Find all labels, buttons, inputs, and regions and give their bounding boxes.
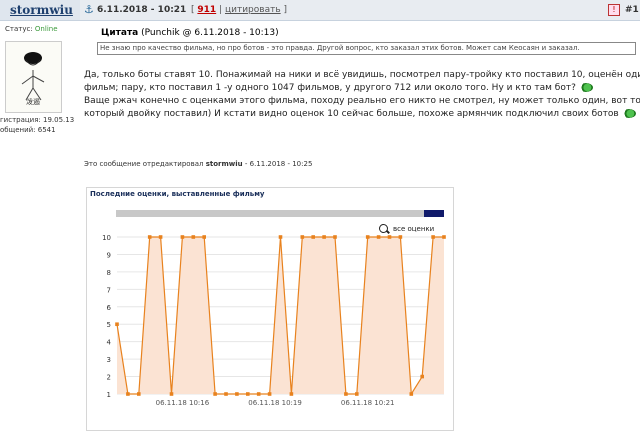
- edit-suffix: - 6.11.2018 - 10:25: [244, 160, 313, 168]
- rating-point: [333, 235, 337, 239]
- rating-point: [158, 235, 163, 239]
- rating-point: [169, 392, 174, 396]
- x-tick-label: 06.11.18 10:21: [341, 399, 395, 407]
- rating-point: [115, 322, 119, 327]
- rating-point: [126, 392, 130, 396]
- rating-point: [398, 235, 403, 239]
- rating-point: [322, 235, 326, 239]
- y-tick-label: 6: [107, 304, 112, 312]
- y-tick-label: 9: [107, 251, 111, 259]
- rating-point: [409, 392, 414, 396]
- message-line-text: фильм; пару, кто поставил 1 -у одного 10…: [84, 83, 576, 93]
- x-tick-label: 06.11.18 10:16: [156, 399, 210, 407]
- author-sidebar: Статус: Online 泼遏 гистрация: 19.05.13 об…: [0, 21, 80, 429]
- report-icon[interactable]: !: [608, 4, 620, 16]
- edit-prefix: Это сообщение отредактировал: [84, 160, 204, 168]
- quote-button[interactable]: цитировать: [225, 5, 281, 15]
- smiley-icon: [621, 109, 636, 118]
- quote-header: Цитата (Punchik @ 6.11.2018 - 10:13): [101, 28, 279, 38]
- y-tick-label: 4: [107, 339, 112, 347]
- message-line: Да, только боты ставят 10. Понажимай на …: [84, 70, 640, 80]
- message-line: фильм; пару, кто поставил 1 -у одного 10…: [84, 82, 640, 95]
- rating-point: [256, 392, 261, 396]
- author-header: stormwiu: [0, 0, 80, 21]
- author-username[interactable]: stormwiu: [10, 3, 73, 17]
- author-status: Статус: Online: [5, 25, 58, 33]
- bracket-open: [: [191, 5, 195, 15]
- post-number[interactable]: #1: [625, 5, 639, 15]
- post-id-link[interactable]: 911: [197, 5, 216, 15]
- post-actions: [ 911 | цитировать ]: [191, 5, 287, 15]
- message-count: общений: 6541: [0, 126, 56, 134]
- rating-point: [278, 235, 283, 239]
- message-text: Да, только боты ставят 10. Понажимай на …: [84, 69, 640, 121]
- y-tick-label: 7: [107, 286, 111, 294]
- y-tick-label: 2: [107, 374, 111, 382]
- status-value: Online: [34, 25, 58, 33]
- anchor-icon[interactable]: ⚓: [84, 3, 94, 16]
- rating-point: [355, 392, 359, 396]
- rating-point: [344, 392, 348, 396]
- quote-meta: (Punchik @ 6.11.2018 - 10:13): [141, 28, 279, 38]
- rating-point: [311, 235, 315, 239]
- y-tick-label: 8: [107, 269, 111, 277]
- rating-point: [267, 392, 272, 396]
- y-tick-label: 1: [107, 391, 111, 399]
- actions-separator: |: [219, 5, 223, 15]
- rating-point: [202, 235, 206, 239]
- post-header: ⚓ 6.11.2018 - 10:21 [ 911 | цитировать ]…: [80, 0, 640, 21]
- avatar-caption: 泼遏: [26, 98, 40, 106]
- x-tick-label: 06.11.18 10:19: [248, 399, 302, 407]
- bracket-close: ]: [283, 5, 288, 15]
- edit-author: stormwiu: [205, 160, 243, 168]
- rating-point: [289, 392, 294, 396]
- rating-point: [137, 392, 141, 396]
- post-date: 6.11.2018 - 10:21: [97, 5, 187, 15]
- y-tick-label: 10: [102, 234, 111, 242]
- quote-text: Не знаю про качество фильма, но про бото…: [97, 42, 636, 55]
- smiley-icon: [578, 83, 593, 92]
- message-line-text: который двойку поставил) И кстати видно …: [84, 109, 619, 119]
- ratings-chart: 1 2 3 4 5 6 7 8 9 10 06.11.18 10:16 06.11.18 10:19 0…: [102, 234, 446, 407]
- rating-point: [376, 235, 381, 239]
- rating-point: [147, 235, 152, 239]
- post-body: Цитата (Punchik @ 6.11.2018 - 10:13) Не …: [80, 21, 640, 431]
- y-tick-label: 3: [107, 356, 111, 364]
- registration-date: гистрация: 19.05.13: [0, 116, 75, 124]
- rating-point: [180, 235, 185, 239]
- rating-point: [235, 392, 239, 396]
- message-line: который двойку поставил) И кстати видно …: [84, 108, 640, 121]
- ratings-chart-panel: Последние оценки, выставленные фильму вс…: [86, 187, 454, 431]
- y-tick-label: 5: [107, 321, 111, 329]
- rating-point: [191, 235, 196, 239]
- status-label: Статус:: [5, 25, 33, 33]
- rating-point: [213, 392, 217, 396]
- rating-point: [420, 374, 424, 379]
- rating-point: [246, 392, 250, 396]
- quote-label: Цитата: [101, 28, 139, 38]
- rating-point: [365, 235, 370, 239]
- edit-note: Это сообщение отредактировал stormwiu - …: [84, 160, 312, 168]
- rating-point: [387, 235, 392, 239]
- message-line: Ваще ржач конечно с оценками этого фильм…: [84, 96, 640, 106]
- rating-point: [442, 235, 446, 239]
- rating-point: [300, 235, 305, 239]
- rating-point: [431, 235, 435, 239]
- author-stats: гистрация: 19.05.13 общений: 6541: [0, 115, 74, 135]
- rating-point: [224, 392, 228, 396]
